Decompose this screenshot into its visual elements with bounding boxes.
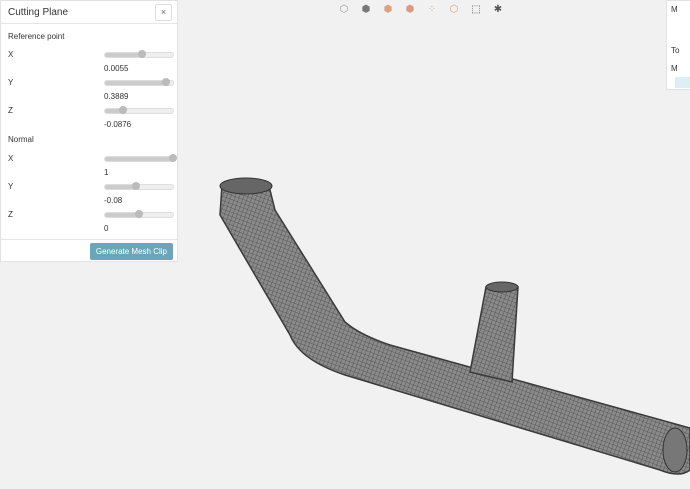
normal-x-value: 1 (104, 168, 109, 177)
normal-z-value: 0 (104, 224, 109, 233)
normal-y-label: Y (8, 182, 14, 191)
reference-point-heading: Reference point (8, 32, 65, 41)
normal-x-label: X (8, 154, 14, 163)
divider (1, 239, 177, 240)
right-panel: M To M (666, 0, 690, 90)
selected-tree-item[interactable] (675, 77, 690, 88)
normal-y-value: -0.08 (104, 196, 123, 205)
reference-x-slider[interactable] (104, 50, 174, 58)
close-button[interactable]: × (155, 4, 172, 21)
box-select-icon[interactable]: ⬚ (470, 4, 482, 16)
tree-item[interactable]: M (671, 5, 678, 14)
normal-heading: Normal (8, 135, 34, 144)
normal-x-slider[interactable] (104, 154, 177, 162)
panel-title: Cutting Plane (8, 6, 69, 18)
reference-y-value: 0.3889 (104, 92, 129, 101)
cube-outline-icon[interactable]: ⬡ (338, 4, 350, 16)
normal-z-slider[interactable] (104, 210, 174, 218)
generate-mesh-clip-button[interactable]: Generate Mesh Clip (89, 243, 173, 260)
reference-z-slider[interactable] (104, 106, 174, 114)
cube-dotted-icon[interactable]: ⁘ (426, 4, 438, 16)
reference-x-label: X (8, 50, 14, 59)
cube-solid-icon[interactable]: ⬢ (360, 4, 372, 16)
reference-z-value: -0.0876 (104, 120, 132, 129)
settings-cube-icon[interactable]: ✱ (492, 4, 504, 16)
reference-z-label: Z (8, 106, 13, 115)
normal-z-label: Z (8, 210, 13, 219)
view-toolbar: ⬡ ⬢ ⬢ ⬢ ⁘ ⬡ ⬚ ✱ (338, 4, 504, 16)
cube-orange-outline-icon[interactable]: ⬡ (448, 4, 460, 16)
pipe-mesh (219, 177, 690, 475)
cutting-plane-panel: Cutting Plane × Reference point X 0.0055… (0, 0, 178, 262)
reference-x-value: 0.0055 (104, 64, 129, 73)
cube-orange-icon[interactable]: ⬢ (382, 4, 394, 16)
reference-y-slider[interactable] (104, 78, 174, 86)
tree-item[interactable]: M (671, 64, 678, 73)
cube-orange-half-icon[interactable]: ⬢ (404, 4, 416, 16)
tree-item[interactable]: To (671, 46, 679, 55)
normal-y-slider[interactable] (104, 182, 174, 190)
reference-y-label: Y (8, 78, 14, 87)
